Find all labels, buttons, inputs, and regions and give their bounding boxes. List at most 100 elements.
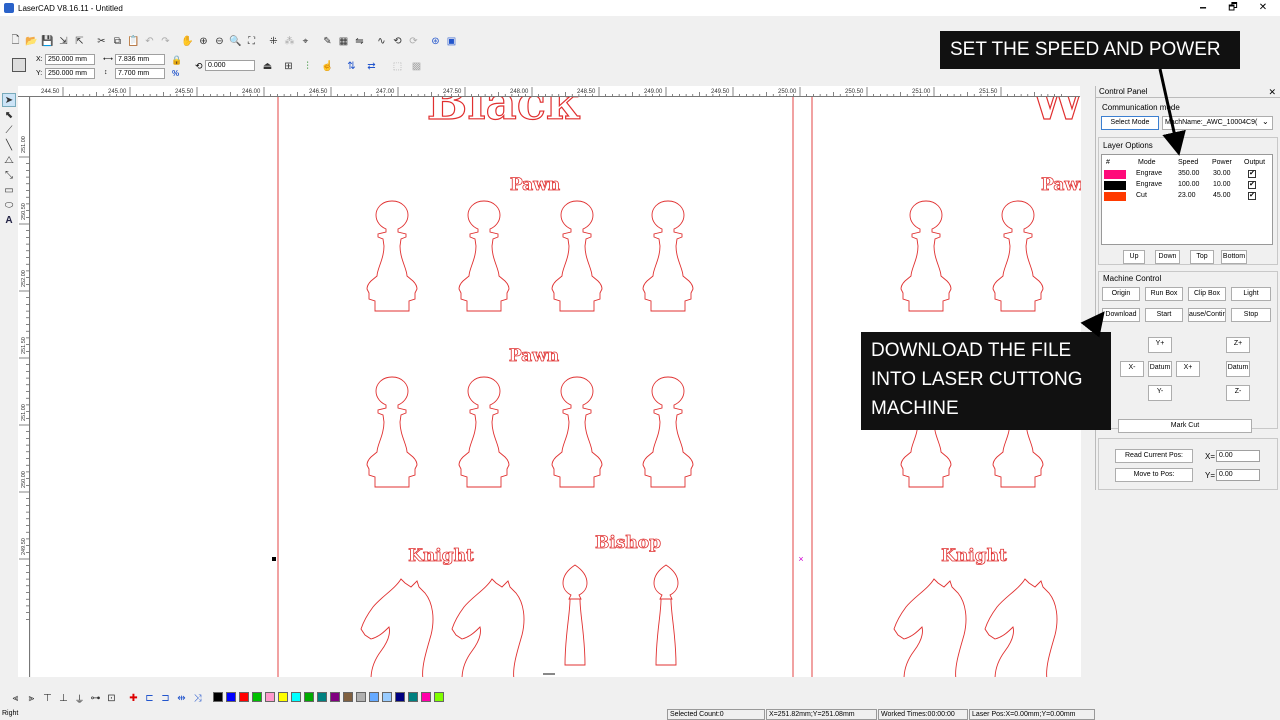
label-knight-white[interactable]: Knight bbox=[941, 546, 1008, 567]
palette-swatch[interactable] bbox=[369, 692, 379, 702]
layer-color-swatch[interactable] bbox=[1104, 170, 1126, 179]
jog-z-plus-button[interactable]: Z+ bbox=[1226, 337, 1250, 353]
jog-z-minus-button[interactable]: Z- bbox=[1226, 385, 1250, 401]
array-icon[interactable]: ▦ bbox=[336, 34, 351, 49]
panel-close-icon[interactable]: ✕ bbox=[1268, 87, 1276, 98]
palette-swatch[interactable] bbox=[265, 692, 275, 702]
bishop-piece[interactable] bbox=[562, 564, 588, 666]
center-vertical-icon[interactable]: ⏚ bbox=[72, 691, 87, 706]
palette-swatch[interactable] bbox=[343, 692, 353, 702]
layer-color-swatch[interactable] bbox=[1104, 181, 1126, 190]
flip-horizontal-icon[interactable]: ⇄ bbox=[364, 59, 379, 74]
pawn-piece[interactable] bbox=[642, 200, 694, 312]
pawn-piece[interactable] bbox=[900, 200, 952, 312]
globe-icon[interactable]: ⊛ bbox=[428, 34, 443, 49]
zoom-in-icon[interactable]: ⊕ bbox=[196, 34, 211, 49]
rectangle-tool-icon[interactable]: ▭ bbox=[2, 183, 16, 197]
palette-swatch[interactable] bbox=[317, 692, 327, 702]
layer-row[interactable]: Cut 23.00 45.00 ✔ bbox=[1102, 191, 1274, 202]
pawn-piece[interactable] bbox=[458, 200, 510, 312]
ellipse-tool-icon[interactable]: ⬭ bbox=[2, 198, 16, 212]
group-icon[interactable]: ⊞ bbox=[281, 59, 296, 74]
pawn-piece[interactable] bbox=[366, 376, 418, 488]
knife-icon[interactable]: ⟋ bbox=[2, 123, 16, 137]
width-field[interactable]: 7.836 mm bbox=[115, 54, 165, 65]
align-top-icon[interactable]: ⊤ bbox=[40, 691, 55, 706]
label-knight-black[interactable]: Knight bbox=[408, 546, 475, 567]
knight-piece[interactable] bbox=[984, 578, 1058, 677]
minimize-button[interactable]: 🗕 bbox=[1188, 1, 1218, 15]
paste-icon[interactable]: 📋 bbox=[126, 34, 141, 49]
node-select-icon[interactable]: ⬉ bbox=[2, 108, 16, 122]
align-right-icon[interactable]: ⫸ bbox=[24, 691, 39, 706]
layer-up-button[interactable]: Up bbox=[1123, 250, 1145, 264]
knight-piece[interactable] bbox=[893, 578, 967, 677]
layer-color-swatch[interactable] bbox=[1104, 192, 1126, 201]
disabled-grid-icon[interactable]: ▩ bbox=[409, 59, 424, 74]
break-icon[interactable]: ⁂ bbox=[282, 34, 297, 49]
restore-button[interactable]: 🗗 bbox=[1218, 1, 1248, 15]
distribute-v-icon[interactable]: ⤨ bbox=[190, 691, 205, 706]
rotate-icon[interactable]: ⟳ bbox=[406, 34, 421, 49]
lock-icon[interactable]: 🔒 bbox=[171, 55, 182, 66]
palette-swatch[interactable] bbox=[213, 692, 223, 702]
stop-button[interactable]: Stop bbox=[1231, 308, 1271, 322]
zoom-window-icon[interactable]: 🔍 bbox=[228, 34, 243, 49]
align-left-icon[interactable]: ⫷ bbox=[8, 691, 23, 706]
angle-field[interactable]: 0.000 bbox=[205, 60, 255, 71]
jog-datum-button[interactable]: Datum bbox=[1148, 361, 1172, 377]
cut-icon[interactable]: ✂ bbox=[94, 34, 109, 49]
save-icon[interactable]: 💾 bbox=[40, 34, 55, 49]
y-position-field[interactable]: 250.000 mm bbox=[45, 68, 95, 79]
palette-swatch[interactable] bbox=[395, 692, 405, 702]
text-tool-icon[interactable]: A bbox=[2, 213, 16, 227]
close-button[interactable]: ✕ bbox=[1248, 1, 1278, 15]
origin-cross-icon[interactable]: ✚ bbox=[126, 691, 141, 706]
selection-handle[interactable] bbox=[272, 557, 276, 561]
zoom-fit-icon[interactable]: ⛶ bbox=[244, 34, 259, 49]
node-edit-icon[interactable]: ⌖ bbox=[298, 34, 313, 49]
pawn-piece[interactable] bbox=[366, 200, 418, 312]
x-position-field[interactable]: 250.000 mm bbox=[45, 54, 95, 65]
center-horizontal-icon[interactable]: ⊶ bbox=[88, 691, 103, 706]
layer-output-checkbox[interactable]: ✔ bbox=[1248, 181, 1256, 189]
jog-x-minus-button[interactable]: X- bbox=[1120, 361, 1144, 377]
canvas-split-handle[interactable] bbox=[543, 673, 555, 675]
hand-tool-icon[interactable]: ☝ bbox=[320, 59, 335, 74]
copy-icon[interactable]: ⧉ bbox=[110, 34, 125, 49]
import-icon[interactable]: ⇲ bbox=[56, 34, 71, 49]
open-file-icon[interactable]: 📂 bbox=[24, 34, 39, 49]
pawn-piece[interactable] bbox=[642, 376, 694, 488]
select-nodes-icon[interactable]: ⁜ bbox=[266, 34, 281, 49]
palette-swatch[interactable] bbox=[330, 692, 340, 702]
label-pawn-1[interactable]: Pawn bbox=[509, 175, 560, 196]
download-button[interactable]: Download bbox=[1102, 308, 1140, 322]
palette-swatch[interactable] bbox=[226, 692, 236, 702]
bezier-icon[interactable]: ✎ bbox=[320, 34, 335, 49]
palette-swatch[interactable] bbox=[421, 692, 431, 702]
pause-continue-button[interactable]: ause/Continu bbox=[1188, 308, 1226, 322]
align-icon[interactable]: ⫶ bbox=[300, 59, 315, 74]
palette-swatch[interactable] bbox=[278, 692, 288, 702]
anchor-grid-icon[interactable] bbox=[12, 58, 26, 72]
preview-icon[interactable]: ▣ bbox=[444, 34, 459, 49]
palette-swatch[interactable] bbox=[239, 692, 249, 702]
machine-name-select[interactable]: MachName:_AWC_10004C9( bbox=[1162, 116, 1273, 130]
close-path-icon[interactable]: ⟲ bbox=[390, 34, 405, 49]
flip-vertical-icon[interactable]: ⇅ bbox=[344, 59, 359, 74]
layer-table[interactable]: # Mode Speed Power Output Engrave 350.00 3… bbox=[1101, 154, 1273, 245]
proportion-toggle[interactable]: % bbox=[172, 69, 179, 78]
layer-row[interactable]: Engrave 100.00 10.00 ✔ bbox=[1102, 180, 1274, 191]
label-pawn-2[interactable]: Pawn bbox=[508, 346, 559, 367]
label-pawn-white[interactable]: Pawn bbox=[1041, 175, 1081, 196]
palette-swatch[interactable] bbox=[291, 692, 301, 702]
layer-top-button[interactable]: Top bbox=[1190, 250, 1214, 264]
smooth-icon[interactable]: ∿ bbox=[374, 34, 389, 49]
knight-piece[interactable] bbox=[451, 578, 525, 677]
curve-tool-icon[interactable]: ⤡ bbox=[2, 168, 16, 182]
weld-icon[interactable]: ⏏ bbox=[260, 59, 275, 74]
origin-button[interactable]: Origin bbox=[1102, 287, 1140, 301]
palette-swatch[interactable] bbox=[304, 692, 314, 702]
layer-row[interactable]: Engrave 350.00 30.00 ✔ bbox=[1102, 169, 1274, 180]
pan-hand-icon[interactable]: ✋ bbox=[180, 34, 195, 49]
